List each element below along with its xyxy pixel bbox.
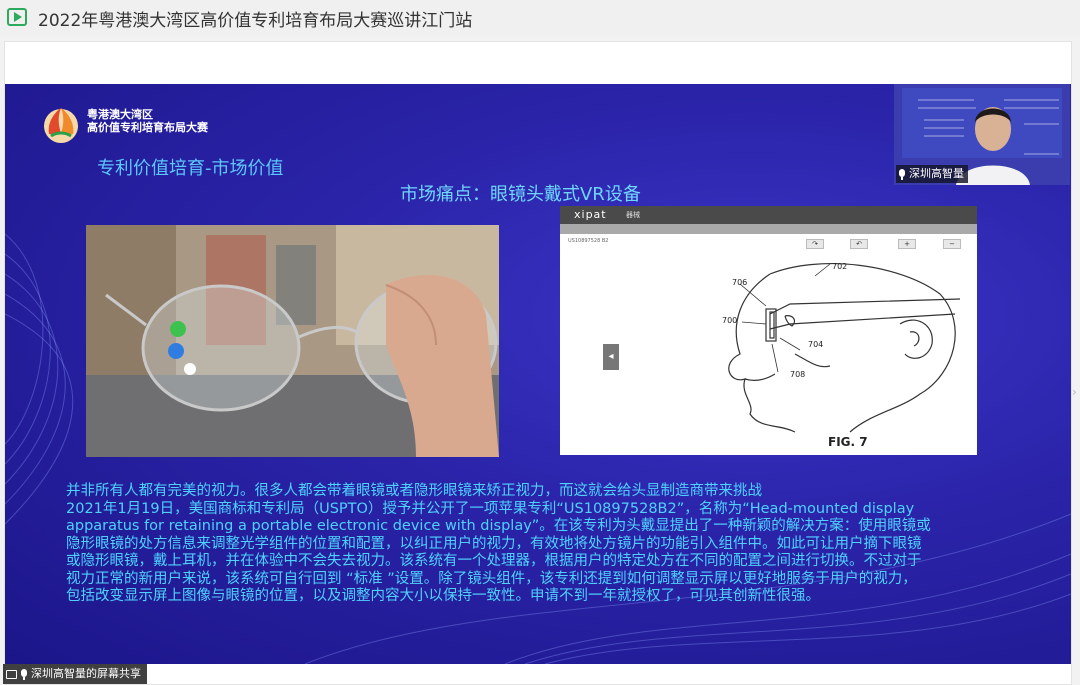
rotate-left-icon[interactable]: ↶ [850, 239, 868, 249]
slide-body-text: 并非所有人都有完美的视力。很多人都会带着眼镜或者隐形眼镜来矫正视力，而这就会给头… [66, 483, 996, 606]
speaker-name: 深圳高智量 [909, 167, 964, 180]
body-line: 包括改变显示屏上图像与眼镜的位置，以及调整内容大小以保持一致性。申请不到一年就授… [66, 588, 820, 604]
play-icon [7, 8, 27, 26]
patent-subbar [560, 224, 977, 234]
org-name: 粤港澳大湾区 高价值专利培育布局大赛 [87, 108, 208, 134]
rotate-right-icon[interactable]: ↷ [806, 239, 824, 249]
screen-share-label: 深圳高智量的屏幕共享 [3, 664, 147, 684]
body-line: 2021年1月19日，美国商标和专利局（USPTO）授予并公开了一项苹果专利“U… [66, 500, 915, 517]
patent-viewer: xipat 器械 US10897528 B2 ↷ ↶ + − ◂ 702 706… [560, 206, 977, 455]
zoom-out-icon[interactable]: − [943, 239, 961, 249]
body-line: 视力正常的新用户来说，该系统可自行回到 “标准 ”设置。除了镜头组件，该专利还提… [66, 570, 917, 587]
microphone-icon [898, 168, 906, 180]
microphone-icon [20, 668, 28, 680]
org-name-line2: 高价值专利培育布局大赛 [87, 121, 208, 134]
figure-label: FIG. 7 [828, 435, 868, 449]
speaker-webcam[interactable]: 深圳高智量 [894, 84, 1070, 185]
xipat-logo: xipat [574, 208, 607, 221]
patent-ref-708: 708 [790, 370, 806, 379]
section-title: 专利价值培育-市场价值 [97, 158, 284, 179]
zoom-in-icon[interactable]: + [898, 239, 916, 249]
org-name-line1: 粤港澳大湾区 [87, 108, 153, 121]
body-line: 或隐形眼镜，戴上耳机，并在体验中不会失去视力。该系统有一个处理器，根据用户的特定… [66, 553, 922, 569]
slide-heading: 市场痛点：眼镜头戴式VR设备 [400, 184, 641, 205]
patent-tab[interactable]: 器械 [626, 210, 640, 220]
chevron-right-icon[interactable]: › [1072, 385, 1080, 399]
body-line: 并非所有人都有完美的视力。很多人都会带着眼镜或者隐形眼镜来矫正视力，而这就会给头… [66, 483, 762, 499]
body-line: apparatus for retaining a portable elect… [66, 518, 931, 534]
patent-number: US10897528 B2 [568, 238, 609, 244]
prev-page-button[interactable]: ◂ [603, 344, 619, 370]
patent-ref-706: 706 [732, 278, 748, 287]
glasses-illustration [86, 225, 499, 457]
patent-ref-702: 702 [832, 262, 848, 271]
patent-ref-704: 704 [808, 340, 824, 349]
contest-logo [44, 108, 78, 143]
speaker-name-label: 深圳高智量 [896, 165, 968, 183]
screen-share-text: 深圳高智量的屏幕共享 [31, 667, 141, 680]
body-line: 隐形眼镜的处方信息来调整光学组件的位置和配置，以纠正用户的视力，有效地将处方镜片… [66, 535, 922, 552]
window-titlebar: 2022年粤港澳大湾区高价值专利培育布局大赛巡讲江门站 [0, 0, 1080, 36]
window-title: 2022年粤港澳大湾区高价值专利培育布局大赛巡讲江门站 [38, 11, 473, 31]
glasses-photo [86, 225, 499, 457]
screen-share-icon [6, 669, 17, 679]
patent-ref-700: 700 [722, 316, 738, 325]
patent-toolbar: xipat 器械 [560, 206, 977, 224]
